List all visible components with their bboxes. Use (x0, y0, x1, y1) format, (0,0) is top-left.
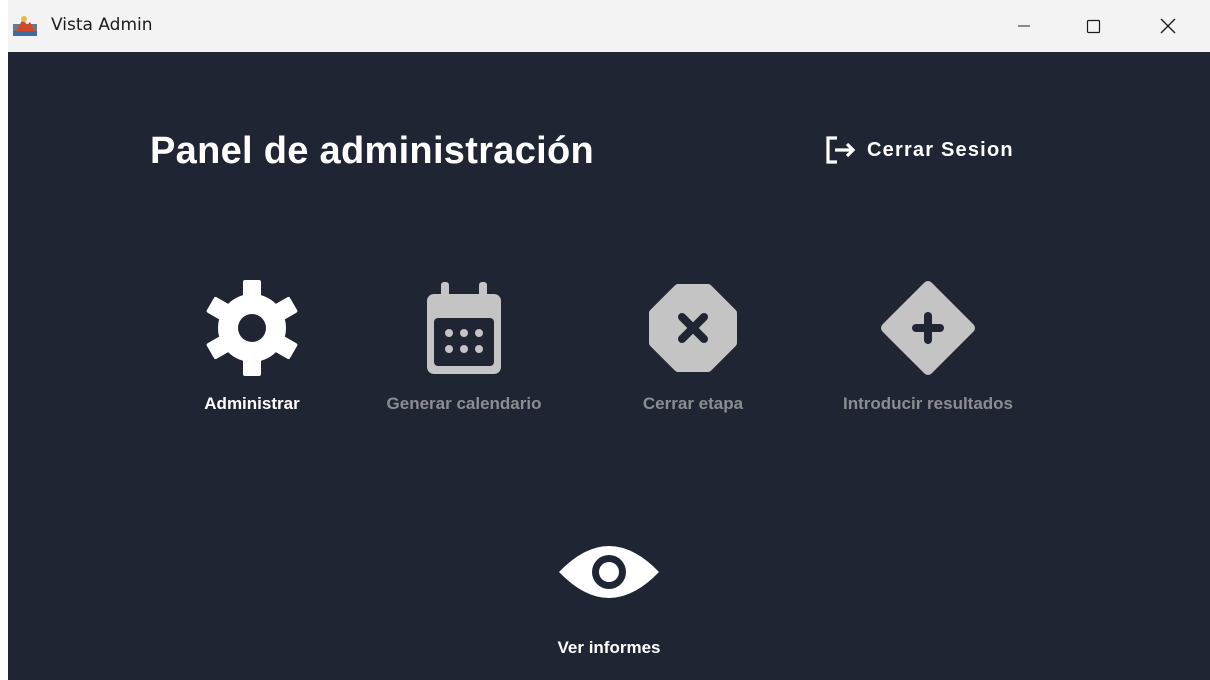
eye-icon (559, 546, 659, 598)
logout-button[interactable]: Cerrar Sesion (823, 134, 1014, 166)
generar-calendario-button[interactable]: Generar calendario (364, 278, 564, 414)
ver-informes-button[interactable]: Ver informes (509, 522, 709, 658)
logout-icon (826, 136, 856, 164)
maximize-icon (1086, 19, 1101, 34)
introducir-resultados-button[interactable]: Introducir resultados (828, 278, 1028, 414)
logout-label: Cerrar Sesion (867, 138, 1014, 161)
gear-icon (206, 280, 298, 376)
admin-panel: Panel de administración Cerrar Sesion Ad… (8, 52, 1210, 680)
app-window: Vista Admin Panel de administración Cerr… (8, 0, 1210, 680)
calendar-icon (427, 282, 501, 374)
maximize-button[interactable] (1070, 0, 1116, 52)
close-button[interactable] (1145, 0, 1191, 52)
generar-calendario-label: Generar calendario (386, 394, 542, 413)
administrar-label: Administrar (204, 394, 300, 413)
title-bar[interactable]: Vista Admin (8, 0, 1210, 52)
introducir-resultados-label: Introducir resultados (842, 394, 1014, 413)
octagon-x-icon (649, 284, 737, 372)
close-icon (1160, 18, 1176, 34)
ver-informes-label: Ver informes (557, 638, 661, 657)
cerrar-etapa-label: Cerrar etapa (642, 394, 744, 413)
minimize-button[interactable] (1001, 0, 1047, 52)
minimize-icon (1018, 25, 1030, 27)
cerrar-etapa-button[interactable]: Cerrar etapa (593, 278, 793, 414)
diamond-plus-icon (881, 281, 975, 375)
window-title: Vista Admin (51, 15, 153, 35)
administrar-button[interactable]: Administrar (152, 278, 352, 414)
java-app-icon (13, 16, 37, 36)
page-title: Panel de administración (150, 130, 595, 172)
